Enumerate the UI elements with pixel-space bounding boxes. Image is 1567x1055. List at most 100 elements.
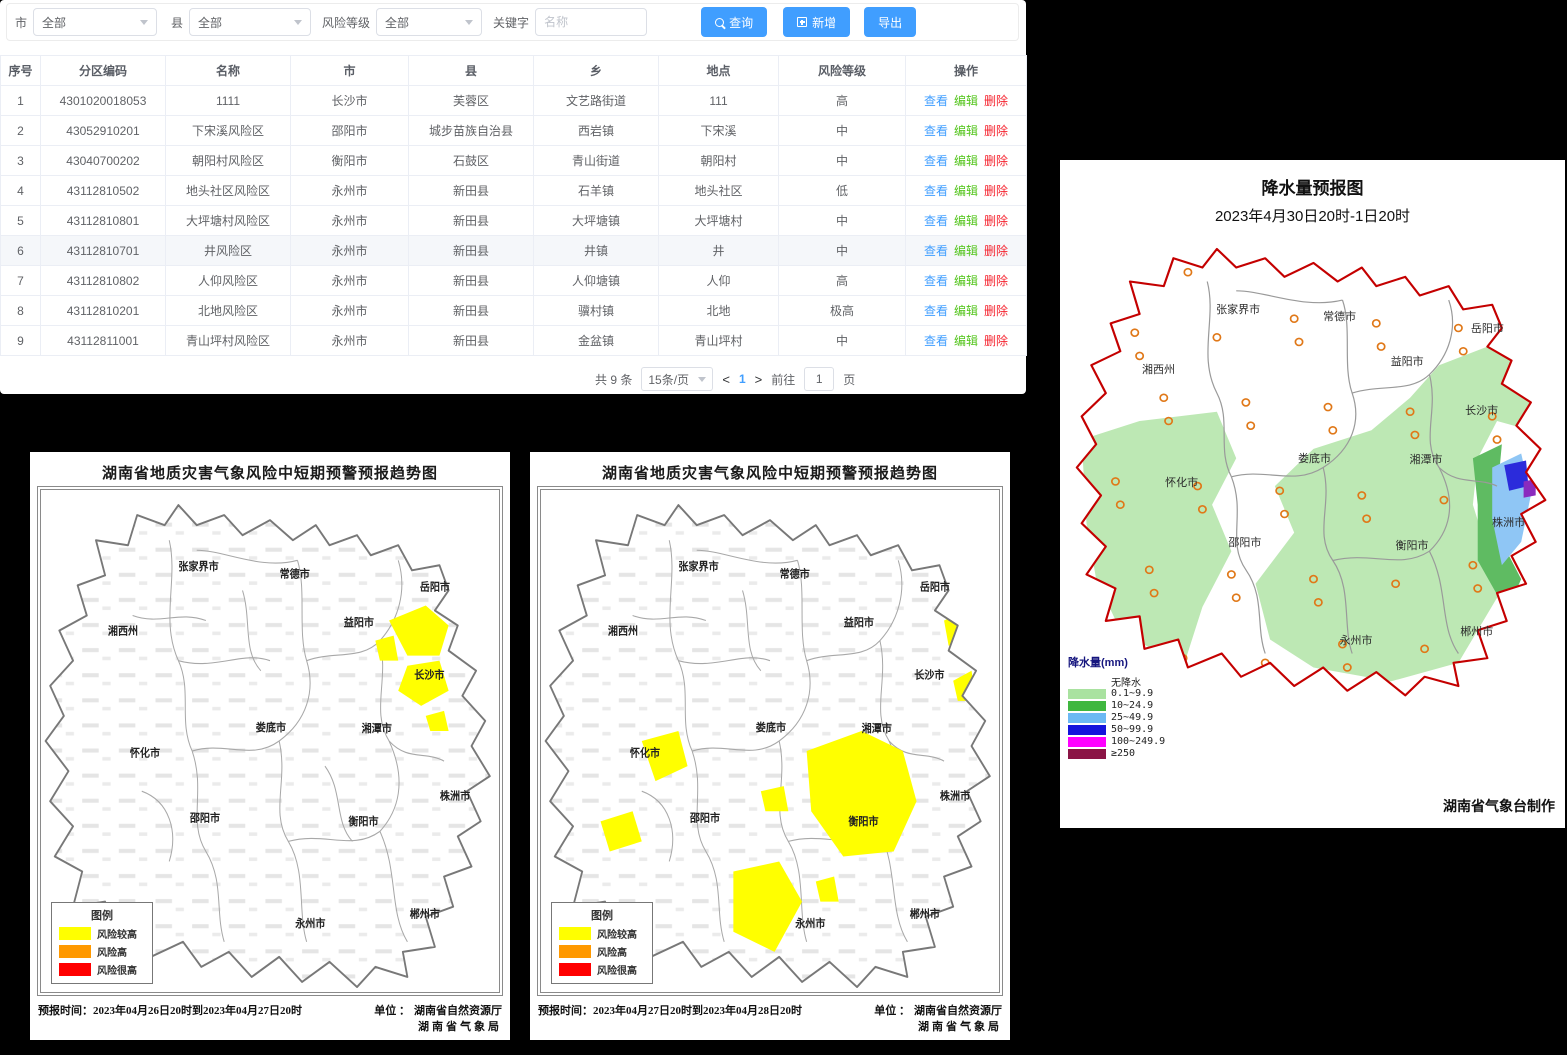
current-page[interactable]: 1: [739, 372, 746, 386]
map-city-label: 湘西州: [608, 624, 638, 638]
edit-link[interactable]: 编辑: [954, 184, 978, 198]
legend-swatch: [59, 945, 91, 958]
legend-title: 图例: [559, 907, 645, 923]
table-cell: 骥村镇: [534, 296, 659, 326]
forecast-time: 预报时间：2023年04月26日20时到2023年04月27日20时: [38, 1002, 374, 1018]
risk-level-select[interactable]: 全部: [376, 8, 482, 36]
chevron-down-icon: [465, 20, 473, 25]
map-city-label: 张家界市: [678, 559, 719, 573]
table-cell: 大坪塘村风险区: [166, 206, 291, 236]
table-row[interactable]: 643112810701井风险区永州市新田县井镇井中查看编辑删除: [1, 236, 1027, 266]
delete-link[interactable]: 删除: [984, 124, 1008, 138]
delete-link[interactable]: 删除: [984, 244, 1008, 258]
legend-swatch: [1068, 701, 1106, 711]
table-cell: 新田县: [409, 266, 534, 296]
view-link[interactable]: 查看: [924, 124, 948, 138]
legend-item: 100~249.9: [1068, 736, 1218, 747]
map-city-label: 湘潭市: [862, 722, 893, 736]
view-link[interactable]: 查看: [924, 214, 948, 228]
table-row[interactable]: 843112810201北地风险区永州市新田县骥村镇北地极高查看编辑删除: [1, 296, 1027, 326]
view-link[interactable]: 查看: [924, 304, 948, 318]
delete-link[interactable]: 删除: [984, 94, 1008, 108]
legend-swatch: [1068, 737, 1106, 747]
table-row[interactable]: 343040700202朝阳村风险区衡阳市石鼓区青山街道朝阳村中查看编辑删除: [1, 146, 1027, 176]
county-select[interactable]: 全部: [189, 8, 311, 36]
legend-swatch: [559, 927, 591, 940]
table-row[interactable]: 943112811001青山坪村风险区永州市新田县金盆镇青山坪村中查看编辑删除: [1, 326, 1027, 356]
table-row[interactable]: 243052910201下宋溪风险区邵阳市城步苗族自治县西岩镇下宋溪中查看编辑删…: [1, 116, 1027, 146]
export-button[interactable]: 导出: [864, 7, 916, 37]
edit-link[interactable]: 编辑: [954, 154, 978, 168]
delete-link[interactable]: 删除: [984, 334, 1008, 348]
table-cell: 111: [659, 86, 779, 116]
keyword-input[interactable]: [535, 8, 647, 36]
table-row[interactable]: 143010200180531111长沙市芙蓉区文艺路街道111高查看编辑删除: [1, 86, 1027, 116]
view-link[interactable]: 查看: [924, 244, 948, 258]
legend-swatch: [1068, 749, 1106, 759]
delete-link[interactable]: 删除: [984, 154, 1008, 168]
table-row[interactable]: 443112810502地头社区风险区永州市新田县石羊镇地头社区低查看编辑删除: [1, 176, 1027, 206]
legend-item: 风险很高: [59, 962, 145, 977]
delete-link[interactable]: 删除: [984, 304, 1008, 318]
table-cell: 青山坪村风险区: [166, 326, 291, 356]
legend-item: 25~49.9: [1068, 712, 1218, 723]
view-link[interactable]: 查看: [924, 94, 948, 108]
map-title: 湖南省地质灾害气象风险中短期预警预报趋势图: [30, 452, 510, 483]
table-row[interactable]: 543112810801大坪塘村风险区永州市新田县大坪塘镇大坪塘村中查看编辑删除: [1, 206, 1027, 236]
delete-link[interactable]: 删除: [984, 274, 1008, 288]
view-link[interactable]: 查看: [924, 274, 948, 288]
table-cell: 石鼓区: [409, 146, 534, 176]
county-select-value: 全部: [198, 14, 222, 31]
unit-line1: 湖南省自然资源厅: [914, 1002, 1002, 1018]
search-icon: [715, 18, 724, 27]
prev-page-button[interactable]: <: [722, 372, 730, 387]
city-select[interactable]: 全部: [33, 8, 157, 36]
next-page-button[interactable]: >: [755, 372, 763, 387]
table-header-row: 序号 分区编码 名称 市 县 乡 地点 风险等级 操作: [1, 56, 1027, 86]
legend-label: 风险高: [97, 944, 127, 959]
risk-trend-map-panel-1: 湖南省地质灾害气象风险中短期预警预报趋势图: [30, 452, 510, 1040]
table-row[interactable]: 743112810802人仰风险区永州市新田县人仰塘镇人仰高查看编辑删除: [1, 266, 1027, 296]
edit-link[interactable]: 编辑: [954, 214, 978, 228]
legend-item: 风险很高: [559, 962, 645, 977]
table-cell: 下宋溪风险区: [166, 116, 291, 146]
risk-level-filter-label: 风险等级: [322, 14, 370, 31]
search-button[interactable]: 查询: [701, 7, 767, 37]
table-cell: 青山坪村: [659, 326, 779, 356]
legend-item: 风险高: [59, 944, 145, 959]
edit-link[interactable]: 编辑: [954, 94, 978, 108]
page-size-select[interactable]: 15条/页: [641, 367, 713, 391]
table-cell: 43052910201: [41, 116, 166, 146]
edit-link[interactable]: 编辑: [954, 124, 978, 138]
actions-cell: 查看编辑删除: [906, 176, 1027, 206]
edit-link[interactable]: 编辑: [954, 334, 978, 348]
view-link[interactable]: 查看: [924, 334, 948, 348]
map-city-label: 永州市: [1340, 632, 1373, 648]
table-cell: 井镇: [534, 236, 659, 266]
edit-link[interactable]: 编辑: [954, 304, 978, 318]
delete-link[interactable]: 删除: [984, 184, 1008, 198]
table-cell: 人仰: [659, 266, 779, 296]
map-city-label: 邵阳市: [689, 811, 721, 825]
table-cell: 低: [779, 176, 906, 206]
edit-link[interactable]: 编辑: [954, 244, 978, 258]
add-button[interactable]: 新增: [783, 7, 850, 37]
legend-label: 0.1~9.9: [1111, 688, 1153, 699]
table-cell: 文艺路街道: [534, 86, 659, 116]
delete-link[interactable]: 删除: [984, 214, 1008, 228]
map-city-label: 郴州市: [410, 907, 441, 921]
city-select-value: 全部: [42, 14, 66, 31]
legend-item: ≥250: [1068, 748, 1218, 759]
map-legend: 图例 风险较高风险高风险很高: [551, 902, 653, 984]
table-cell: 中: [779, 206, 906, 236]
edit-link[interactable]: 编辑: [954, 274, 978, 288]
table-cell: 高: [779, 86, 906, 116]
legend-label: 100~249.9: [1111, 736, 1165, 747]
view-link[interactable]: 查看: [924, 154, 948, 168]
goto-page-input[interactable]: [804, 367, 834, 391]
map-city-label: 娄底市: [1298, 450, 1331, 466]
view-link[interactable]: 查看: [924, 184, 948, 198]
table-cell: 43040700202: [41, 146, 166, 176]
legend-label: 风险很高: [597, 962, 637, 977]
map-city-label: 衡阳市: [348, 814, 379, 828]
